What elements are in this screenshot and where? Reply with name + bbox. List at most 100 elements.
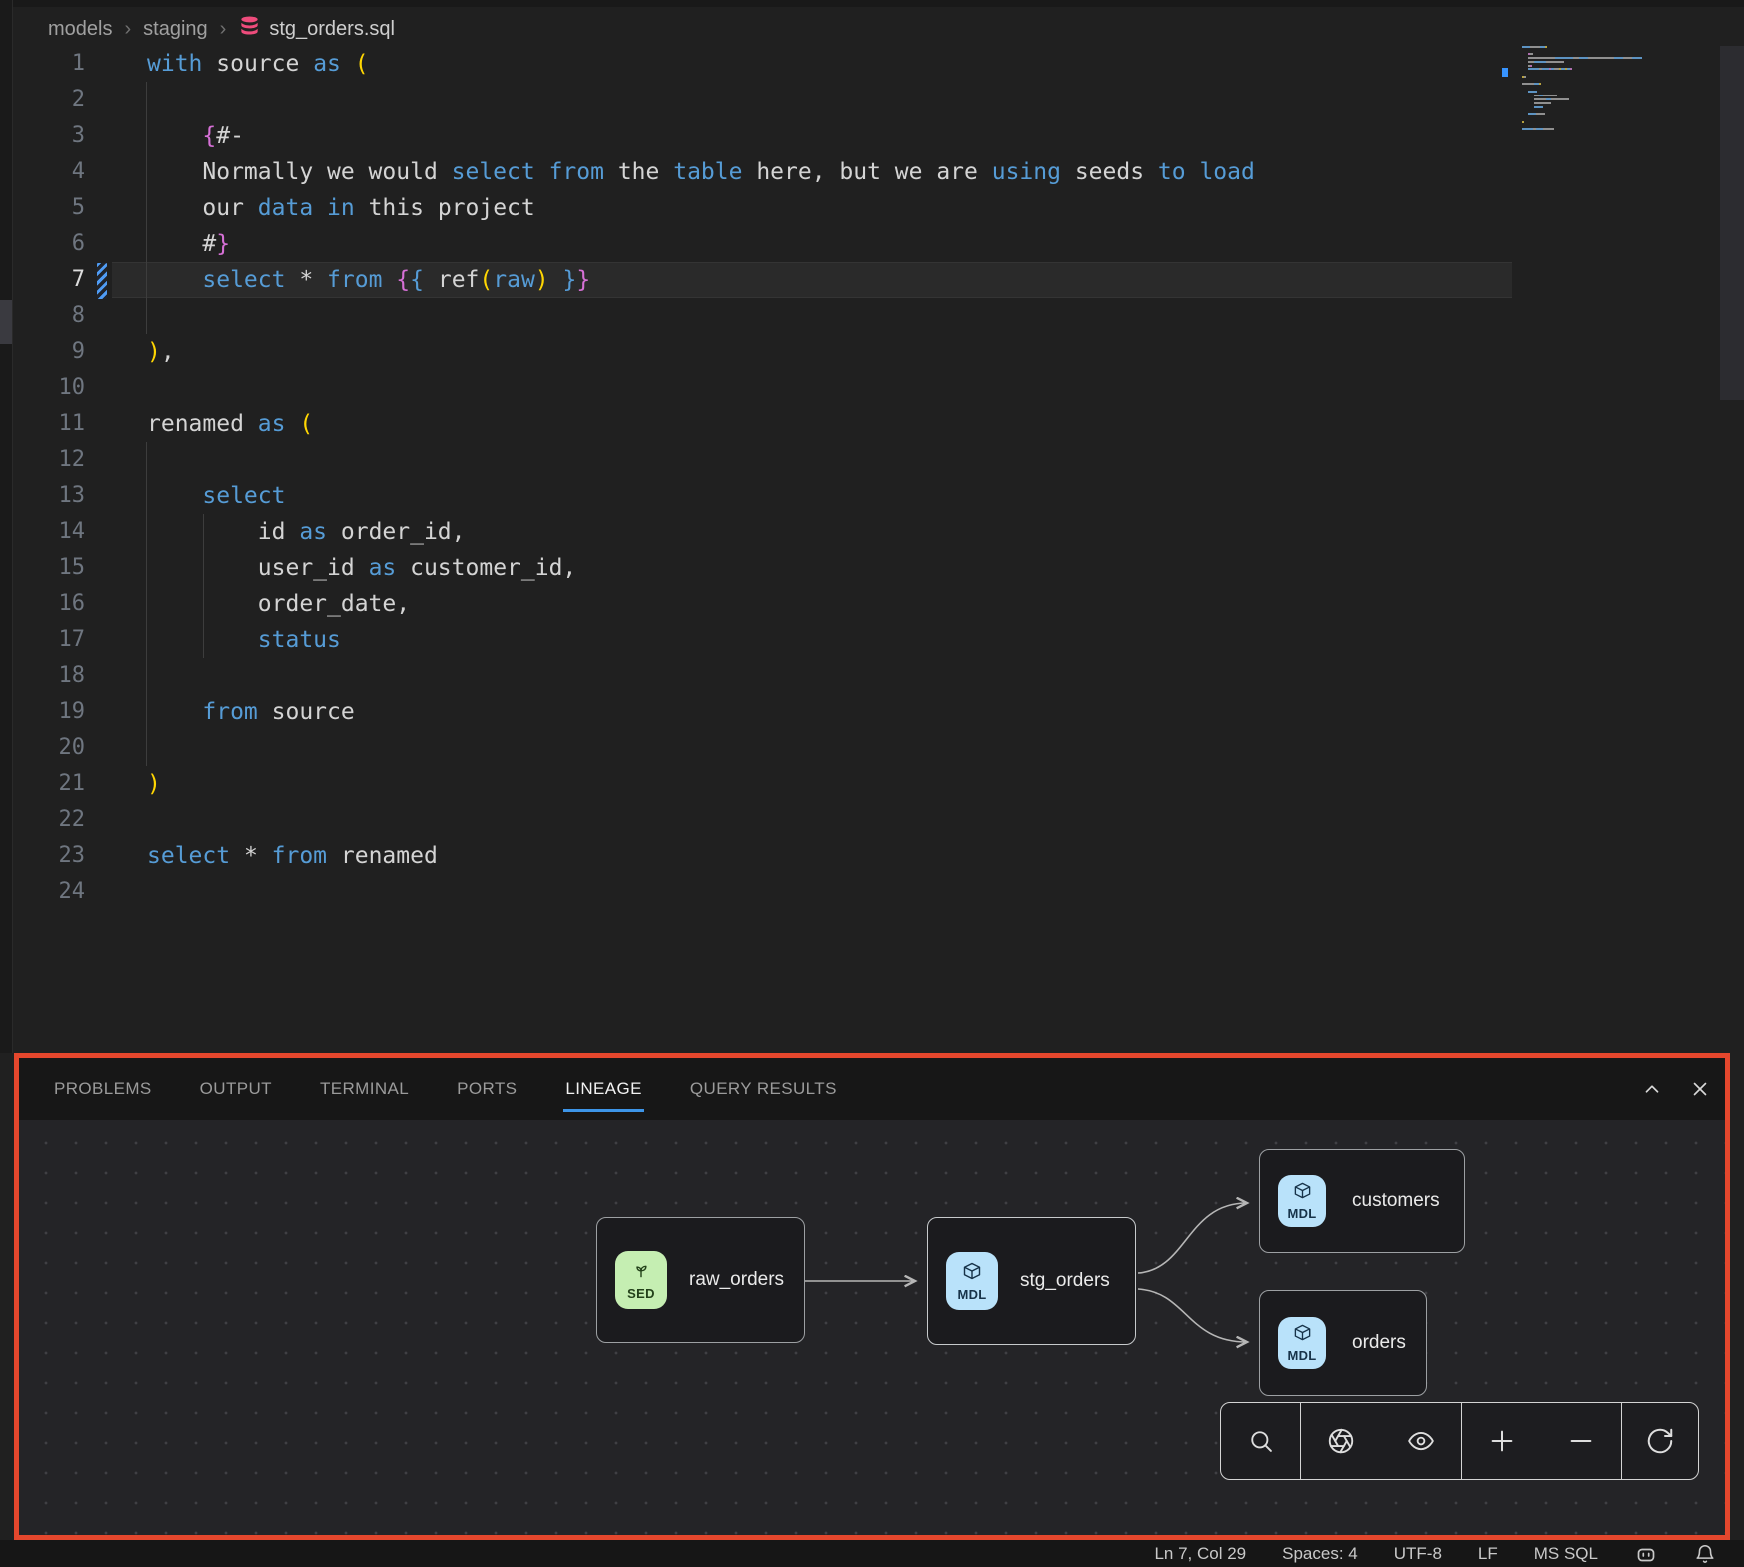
code-line[interactable]: 21) bbox=[0, 766, 1744, 802]
panel-tab-output[interactable]: OUTPUT bbox=[200, 1079, 272, 1099]
code-line[interactable]: 18 bbox=[0, 658, 1744, 694]
panel-tab-bar: PROBLEMS OUTPUT TERMINAL PORTS LINEAGE QUERY … bbox=[19, 1058, 1725, 1120]
editor-scrollbar[interactable] bbox=[1720, 46, 1744, 400]
minimap-line bbox=[1510, 132, 1710, 134]
copilot-icon[interactable] bbox=[1634, 1542, 1658, 1566]
code-editor[interactable]: 1with source as (23 {#-4 Normally we wou… bbox=[0, 46, 1744, 910]
breadcrumb-separator: › bbox=[124, 18, 131, 41]
minimap-line bbox=[1510, 102, 1710, 104]
refresh-icon[interactable] bbox=[1638, 1419, 1682, 1463]
code-text: Normally we would select from the table … bbox=[147, 154, 1255, 190]
status-encoding[interactable]: UTF-8 bbox=[1394, 1544, 1442, 1564]
code-text: user_id as customer_id, bbox=[147, 550, 576, 586]
code-line[interactable]: 6 #} bbox=[0, 226, 1744, 262]
minimap-line bbox=[1510, 65, 1710, 67]
lineage-canvas[interactable]: SED raw_orders MDL stg_orders bbox=[19, 1120, 1725, 1535]
bell-icon[interactable] bbox=[1694, 1543, 1716, 1565]
eye-icon[interactable] bbox=[1399, 1419, 1443, 1463]
breadcrumb-file[interactable]: stg_orders.sql bbox=[238, 15, 395, 44]
status-language-mode[interactable]: MS SQL bbox=[1534, 1544, 1598, 1564]
line-number: 24 bbox=[0, 874, 85, 910]
indent-guide bbox=[146, 730, 147, 766]
minimap-line bbox=[1510, 106, 1710, 108]
minimap[interactable] bbox=[1510, 46, 1710, 186]
node-label: customers bbox=[1352, 1190, 1440, 1212]
status-eol[interactable]: LF bbox=[1478, 1544, 1498, 1564]
code-line[interactable]: 4 Normally we would select from the tabl… bbox=[0, 154, 1744, 190]
zoom-out-icon[interactable] bbox=[1559, 1419, 1603, 1463]
cube-icon bbox=[1293, 1181, 1312, 1205]
lineage-node-raw-orders[interactable]: SED raw_orders bbox=[596, 1217, 805, 1343]
code-line[interactable]: 12 bbox=[0, 442, 1744, 478]
code-line[interactable]: 3 {#- bbox=[0, 118, 1744, 154]
minimap-line bbox=[1510, 109, 1710, 111]
lineage-node-customers[interactable]: MDL customers bbox=[1259, 1149, 1465, 1253]
breadcrumb-item-staging[interactable]: staging bbox=[143, 18, 208, 41]
code-line[interactable]: 15 user_id as customer_id, bbox=[0, 550, 1744, 586]
line-number: 7 bbox=[0, 262, 85, 298]
minimap-line bbox=[1510, 80, 1710, 82]
code-line[interactable]: 11renamed as ( bbox=[0, 406, 1744, 442]
panel-tab-ports[interactable]: PORTS bbox=[457, 1079, 517, 1099]
line-number: 13 bbox=[0, 478, 85, 514]
bottom-panel: PROBLEMS OUTPUT TERMINAL PORTS LINEAGE QUERY … bbox=[14, 1053, 1730, 1540]
code-line[interactable]: 2 bbox=[0, 82, 1744, 118]
node-label: stg_orders bbox=[1020, 1270, 1110, 1292]
close-icon[interactable] bbox=[1689, 1078, 1711, 1100]
code-line[interactable]: 20 bbox=[0, 730, 1744, 766]
indent-guide bbox=[146, 442, 147, 478]
code-text: #} bbox=[147, 226, 230, 262]
database-icon bbox=[238, 15, 261, 44]
minimap-line bbox=[1510, 76, 1710, 78]
code-line[interactable]: 10 bbox=[0, 370, 1744, 406]
code-line[interactable]: 19 from source bbox=[0, 694, 1744, 730]
window-top-strip bbox=[0, 0, 1744, 7]
code-text: id as order_id, bbox=[147, 514, 466, 550]
minimap-line bbox=[1510, 68, 1710, 70]
minimap-line bbox=[1510, 91, 1710, 93]
code-line[interactable]: 17 status bbox=[0, 622, 1744, 658]
code-text: {#- bbox=[147, 118, 244, 154]
code-line[interactable]: 1with source as ( bbox=[0, 46, 1744, 82]
minimap-active-line-marker bbox=[1502, 68, 1508, 77]
breadcrumb-separator: › bbox=[220, 18, 227, 41]
modified-line-marker bbox=[97, 263, 107, 299]
toolbar-cell-search bbox=[1221, 1403, 1301, 1479]
aperture-icon[interactable] bbox=[1319, 1419, 1363, 1463]
panel-tab-query-results[interactable]: QUERY RESULTS bbox=[690, 1079, 837, 1099]
line-number: 22 bbox=[0, 802, 85, 838]
chevron-up-icon[interactable] bbox=[1641, 1078, 1663, 1100]
indent-guide bbox=[146, 658, 147, 694]
code-line[interactable]: 14 id as order_id, bbox=[0, 514, 1744, 550]
code-line[interactable]: 9), bbox=[0, 334, 1744, 370]
code-line[interactable]: 5 our data in this project bbox=[0, 190, 1744, 226]
line-number: 6 bbox=[0, 226, 85, 262]
lineage-node-orders[interactable]: MDL orders bbox=[1259, 1290, 1427, 1396]
minimap-line bbox=[1510, 87, 1710, 89]
code-text: status bbox=[147, 622, 341, 658]
minimap-line bbox=[1510, 113, 1710, 115]
code-line[interactable]: 23select * from renamed bbox=[0, 838, 1744, 874]
minimap-line bbox=[1510, 121, 1710, 123]
code-line[interactable]: 7 select * from {{ ref(raw) }} bbox=[0, 262, 1744, 298]
code-line[interactable]: 13 select bbox=[0, 478, 1744, 514]
code-line[interactable]: 22 bbox=[0, 802, 1744, 838]
line-number: 18 bbox=[0, 658, 85, 694]
breadcrumb-file-name: stg_orders.sql bbox=[269, 18, 395, 41]
code-text: from source bbox=[147, 694, 355, 730]
status-cursor-position[interactable]: Ln 7, Col 29 bbox=[1154, 1544, 1246, 1564]
code-line[interactable]: 8 bbox=[0, 298, 1744, 334]
panel-tab-problems[interactable]: PROBLEMS bbox=[54, 1079, 152, 1099]
lineage-node-stg-orders[interactable]: MDL stg_orders bbox=[927, 1217, 1136, 1345]
panel-tab-terminal[interactable]: TERMINAL bbox=[320, 1079, 409, 1099]
zoom-in-icon[interactable] bbox=[1480, 1419, 1524, 1463]
minimap-line bbox=[1510, 50, 1710, 52]
code-line[interactable]: 16 order_date, bbox=[0, 586, 1744, 622]
status-indentation[interactable]: Spaces: 4 bbox=[1282, 1544, 1358, 1564]
minimap-line bbox=[1510, 95, 1710, 97]
code-line[interactable]: 24 bbox=[0, 874, 1744, 910]
breadcrumb-item-models[interactable]: models bbox=[48, 18, 112, 41]
search-icon[interactable] bbox=[1239, 1419, 1283, 1463]
panel-tab-lineage[interactable]: LINEAGE bbox=[565, 1079, 642, 1099]
line-number: 4 bbox=[0, 154, 85, 190]
